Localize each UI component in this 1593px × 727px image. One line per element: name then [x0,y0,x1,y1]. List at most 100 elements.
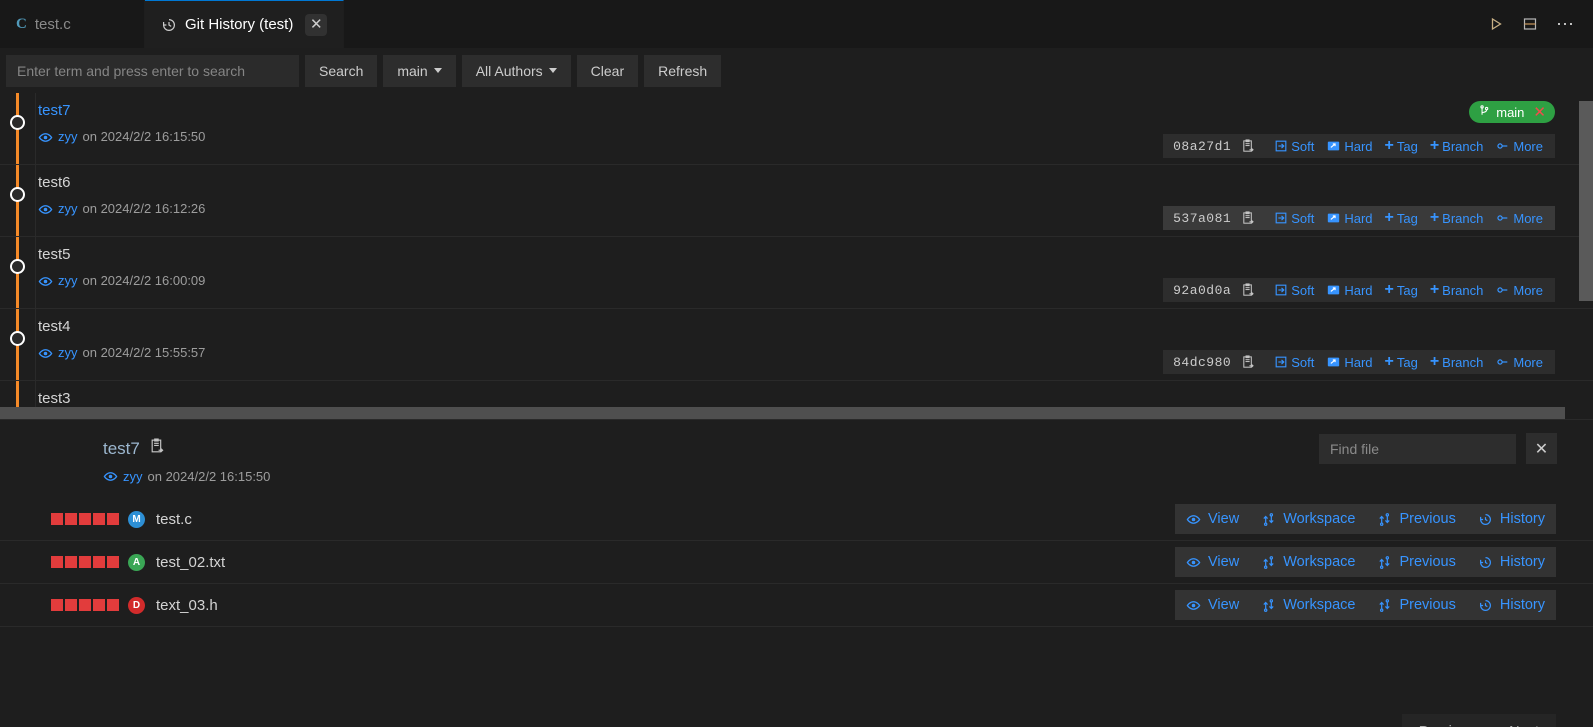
more-options-label: More [1513,354,1543,370]
soft-reset-button[interactable]: Soft [1268,355,1320,370]
soft-reset-button[interactable]: Soft [1268,283,1320,298]
commit-row[interactable]: test7 zyy on 2024/2/2 16:15:50 main ✕ 08a27d1… [0,93,1593,165]
changed-file-list: Mtest.c View Workspace Previous History Atest… [0,498,1593,627]
add-branch-label: Branch [1442,138,1484,154]
run-icon[interactable] [1488,16,1504,32]
copy-hash-icon[interactable] [1241,138,1256,154]
author-filter-dropdown[interactable]: All Authors [461,54,571,87]
file-row[interactable]: Atest_02.txt View Workspace Previous History [0,541,1593,584]
chevron-down-icon [433,68,442,73]
branch-remove-icon[interactable]: ✕ [1529,105,1550,120]
history-label: History [1499,511,1545,527]
add-tag-button[interactable]: + Tag [1379,282,1424,298]
split-editor-icon[interactable] [1522,16,1538,32]
view-file-button[interactable]: View [1175,511,1250,527]
branch-badge[interactable]: main ✕ [1469,101,1555,123]
file-history-button[interactable]: History [1467,597,1556,613]
previous-page-button[interactable]: Previous [1402,714,1492,727]
file-row[interactable]: Dtext_03.h View Workspace Previous History [0,584,1593,627]
file-name[interactable]: test.c [156,511,192,528]
hard-reset-button[interactable]: Hard [1320,139,1378,154]
change-bars [51,599,119,611]
commit-subject[interactable]: test4 [38,316,1593,338]
close-icon[interactable]: ✕ [305,13,328,36]
view-file-button[interactable]: View [1175,554,1250,570]
next-page-button[interactable]: Next [1492,714,1556,727]
plus-icon: + [1429,209,1440,226]
compare-previous-button[interactable]: Previous [1366,511,1466,527]
add-branch-label: Branch [1442,210,1484,226]
scrollbar-thumb[interactable] [1579,101,1593,301]
commit-date: on 2024/2/2 16:00:09 [82,273,206,288]
file-history-button[interactable]: History [1467,511,1556,527]
workspace-label: Workspace [1283,597,1356,613]
commit-row[interactable]: test5 zyy on 2024/2/2 16:00:09 92a0d0a Soft H… [0,237,1593,309]
compare-workspace-button[interactable]: Workspace [1250,597,1366,613]
add-tag-button[interactable]: + Tag [1379,138,1424,154]
c-file-icon: C [16,15,27,32]
commit-list-vertical-scrollbar[interactable] [1579,93,1593,419]
view-file-button[interactable]: View [1175,597,1250,613]
hard-reset-button[interactable]: Hard [1320,283,1378,298]
commit-list-horizontal-scrollbar[interactable] [0,407,1593,419]
file-row[interactable]: Mtest.c View Workspace Previous History [0,498,1593,541]
commit-subject[interactable]: test5 [38,244,1593,266]
compare-workspace-button[interactable]: Workspace [1250,554,1366,570]
add-tag-button[interactable]: + Tag [1379,354,1424,370]
previous-label: Previous [1399,511,1456,527]
change-bars [51,513,119,525]
eye-icon [38,130,53,145]
more-actions-icon[interactable]: ⋯ [1556,15,1575,33]
add-branch-button[interactable]: + Branch [1424,282,1490,298]
file-history-button[interactable]: History [1467,554,1556,570]
add-branch-button[interactable]: + Branch [1424,210,1490,226]
hard-reset-label: Hard [1344,354,1373,370]
copy-commit-icon[interactable] [149,438,166,460]
soft-reset-button[interactable]: Soft [1268,211,1320,226]
file-name[interactable]: text_03.h [156,597,218,614]
soft-reset-button[interactable]: Soft [1268,139,1320,154]
copy-hash-icon[interactable] [1241,282,1256,298]
compare-workspace-button[interactable]: Workspace [1250,511,1366,527]
eye-icon [38,346,53,361]
hard-reset-button[interactable]: Hard [1320,355,1378,370]
compare-previous-button[interactable]: Previous [1366,554,1466,570]
copy-hash-icon[interactable] [1241,210,1256,226]
more-options-button[interactable]: More [1489,283,1549,298]
commit-hash: 537a081 [1173,210,1232,226]
add-branch-button[interactable]: + Branch [1424,138,1490,154]
tab-git-history[interactable]: Git History (test) ✕ [145,0,345,48]
commit-list[interactable]: test7 zyy on 2024/2/2 16:15:50 main ✕ 08a27d1… [0,93,1593,419]
commit-subject[interactable]: test6 [38,172,1593,194]
copy-hash-icon[interactable] [1241,354,1256,370]
more-options-button[interactable]: More [1489,355,1549,370]
commit-date: on 2024/2/2 16:12:26 [82,201,206,216]
add-tag-button[interactable]: + Tag [1379,210,1424,226]
more-options-button[interactable]: More [1489,139,1549,154]
search-button[interactable]: Search [305,54,378,87]
hard-reset-button[interactable]: Hard [1320,211,1378,226]
plus-icon: + [1384,137,1394,154]
add-branch-button[interactable]: + Branch [1424,354,1490,370]
branch-icon [1478,104,1491,121]
commit-row[interactable]: test6 zyy on 2024/2/2 16:12:26 537a081 Soft H… [0,165,1593,237]
branch-filter-dropdown[interactable]: main [383,54,456,87]
tab-test-c[interactable]: C test.c [0,0,145,48]
commit-row[interactable]: test4 zyy on 2024/2/2 15:55:57 84dc980 Soft H… [0,309,1593,381]
compare-previous-button[interactable]: Previous [1366,597,1466,613]
more-options-button[interactable]: More [1489,211,1549,226]
add-tag-label: Tag [1396,282,1418,298]
scrollbar-thumb[interactable] [0,407,1565,419]
close-detail-button[interactable]: ✕ [1526,433,1557,464]
commit-subject[interactable]: test7 [38,100,1593,122]
view-label: View [1208,554,1240,570]
change-bar [93,513,105,525]
refresh-button[interactable]: Refresh [644,54,722,87]
more-options-label: More [1513,282,1543,298]
find-file-input[interactable] [1319,433,1516,464]
previous-label: Previous [1399,597,1456,613]
search-input[interactable] [6,54,299,87]
clear-button[interactable]: Clear [576,54,639,87]
file-name[interactable]: test_02.txt [156,554,225,571]
commit-action-bar: 537a081 Soft Hard + Tag + Branch More [1163,206,1555,230]
